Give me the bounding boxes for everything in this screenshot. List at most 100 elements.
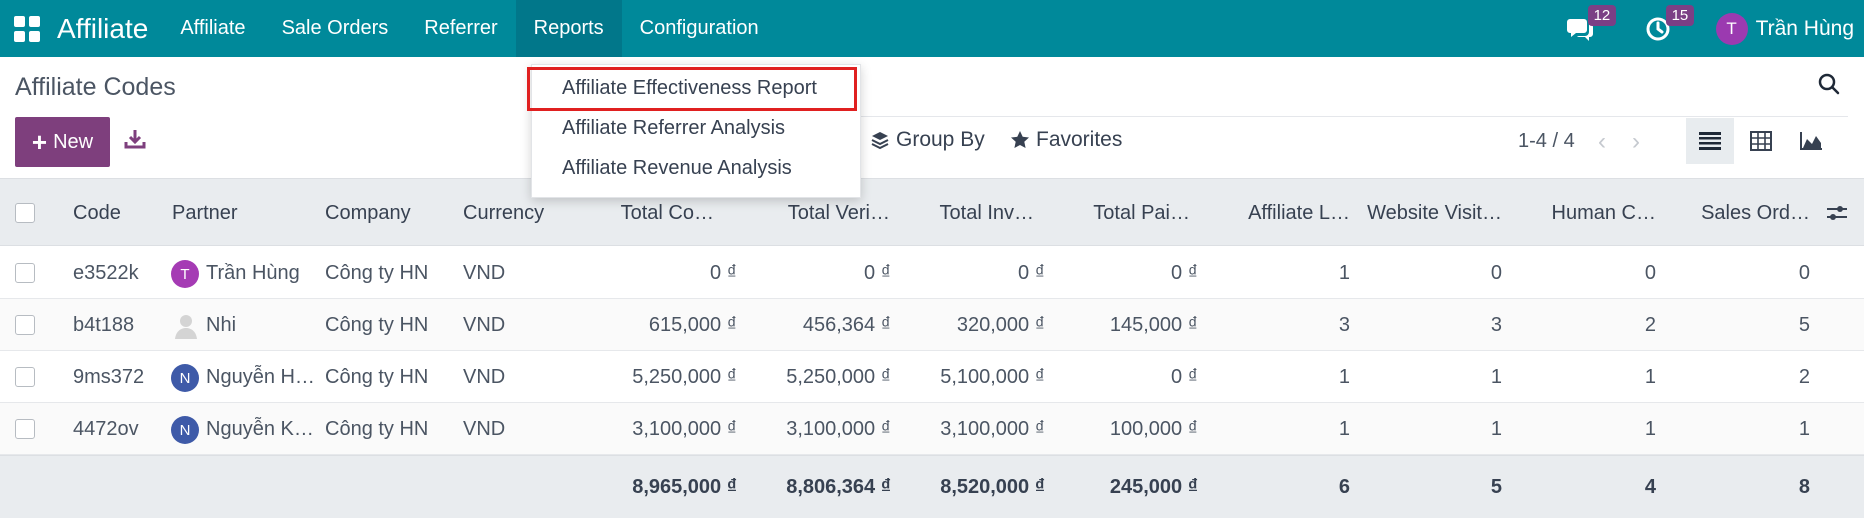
cell-total-confirmed: 615,000 ₫ [648,314,737,336]
row-checkbox[interactable] [15,367,35,387]
row-checkbox[interactable] [15,263,35,283]
col-code[interactable]: Code [73,179,121,247]
cell-code: 9ms372 [73,366,145,388]
cell-human-clicks: 1 [1644,366,1656,388]
col-sales-orders[interactable]: Sales Ord… [1680,179,1810,247]
cell-total-verified: 3,100,000 ₫ [786,418,891,440]
cell-company: Công ty HN [325,314,429,336]
cell-total-paid: 100,000 ₫ [1109,418,1198,440]
partner-avatar: T [171,260,199,288]
cell-website-visits: 1 [1490,366,1502,388]
cell-human-clicks: 0 [1644,262,1656,284]
cell-code: b4t188 [73,314,135,336]
pager-value[interactable]: 1-4 / 4 [1518,130,1575,153]
total-human-clicks: 4 [1644,476,1656,498]
sliders-icon [1827,206,1847,220]
cell-currency: VND [463,314,506,336]
col-website-visits[interactable]: Website Visit… [1352,179,1502,247]
favorites-button[interactable]: Favorites [1010,128,1122,152]
user-avatar: T [1715,12,1748,45]
cell-affiliate-links: 1 [1338,418,1350,440]
cell-total-confirmed: 3,100,000 ₫ [632,418,737,440]
cell-total-invoiced: 5,100,000 ₫ [940,366,1045,388]
total-invoiced: 8,520,000 ₫ [940,476,1045,498]
messages-button[interactable]: 12 [1560,0,1617,57]
search-button[interactable] [1817,72,1841,101]
pager-next-icon[interactable]: › [1632,128,1640,156]
cell-sales-orders: 2 [1798,366,1810,388]
cell-website-visits: 3 [1490,314,1502,336]
cell-total-verified: 0 ₫ [864,262,891,284]
cell-website-visits: 1 [1490,418,1502,440]
menu-affiliate[interactable]: Affiliate [162,0,263,57]
table-row[interactable]: e3522k T Trần Hùng Công ty HN VND 0 ₫ 0 … [0,247,1864,299]
star-icon [1011,131,1029,148]
optional-columns-toggle[interactable] [1826,203,1848,228]
cell-partner: Nhi [206,314,237,336]
cell-affiliate-links: 1 [1338,262,1350,284]
menu-referrer[interactable]: Referrer [406,0,515,57]
total-website-visits: 5 [1490,476,1502,498]
cell-total-paid: 145,000 ₫ [1109,314,1198,336]
cell-human-clicks: 2 [1644,314,1656,336]
cell-total-paid: 0 ₫ [1171,366,1198,388]
total-confirmed: 8,965,000 ₫ [632,476,737,498]
table-row[interactable]: 9ms372 N Nguyễn H… Công ty HN VND 5,250,… [0,351,1864,403]
col-human-clicks[interactable]: Human C… [1520,179,1656,247]
cell-company: Công ty HN [325,262,429,284]
menu-reports[interactable]: Reports [515,0,622,57]
partner-avatar: N [171,364,199,392]
col-affiliate-links[interactable]: Affiliate L… [1220,179,1350,247]
row-checkbox[interactable] [15,315,35,335]
top-navbar: Affiliate Affiliate Sale Orders Referrer… [0,0,1864,57]
total-verified: 8,806,364 ₫ [786,476,891,498]
cell-total-paid: 0 ₫ [1171,262,1198,284]
partner-avatar: N [171,416,199,444]
cell-website-visits: 0 [1490,262,1502,284]
select-all-checkbox[interactable] [15,203,35,223]
menu-configuration[interactable]: Configuration [622,0,777,57]
cell-code: e3522k [73,262,139,284]
row-checkbox[interactable] [15,419,35,439]
new-button[interactable]: + New [15,117,110,167]
col-partner[interactable]: Partner [172,179,238,247]
menu-item-affiliate-referrer-analysis[interactable]: Affiliate Referrer Analysis [562,117,785,140]
table-header: Code Partner Company Currency Total Co… … [0,178,1864,246]
total-affiliate-links: 6 [1338,476,1350,498]
cell-company: Công ty HN [325,418,429,440]
list-view-icon [1699,132,1721,150]
col-total-paid[interactable]: Total Pai… [1050,179,1190,247]
highlight-box [527,67,857,111]
page-title: Affiliate Codes [15,73,176,101]
group-by-button[interactable]: Group By [870,128,985,152]
messages-badge: 12 [1587,5,1617,26]
cell-currency: VND [463,418,506,440]
menu-item-affiliate-revenue-analysis[interactable]: Affiliate Revenue Analysis [562,157,792,180]
cell-human-clicks: 1 [1644,418,1656,440]
cell-total-verified: 456,364 ₫ [802,314,891,336]
graph-view-button[interactable] [1787,118,1835,164]
cell-total-confirmed: 0 ₫ [710,262,737,284]
cell-total-confirmed: 5,250,000 ₫ [632,366,737,388]
col-company[interactable]: Company [325,179,411,247]
download-icon [124,130,146,149]
col-total-invoiced[interactable]: Total Inv… [900,179,1034,247]
table-footer-totals: 8,965,000 ₫ 8,806,364 ₫ 8,520,000 ₫ 245,… [0,455,1864,518]
export-button[interactable] [124,128,146,155]
cell-sales-orders: 0 [1798,262,1810,284]
pager-prev-icon[interactable]: ‹ [1598,128,1606,156]
activities-button[interactable]: 15 [1638,0,1695,57]
menu-sale-orders[interactable]: Sale Orders [264,0,407,57]
app-title[interactable]: Affiliate [57,13,148,45]
pivot-view-button[interactable] [1737,118,1785,164]
list-view-button[interactable] [1686,118,1734,164]
favorites-label: Favorites [1036,128,1123,151]
table-row[interactable]: b4t188 Nhi Công ty HN VND 615,000 ₫ 456,… [0,299,1864,351]
cell-total-invoiced: 0 ₫ [1018,262,1045,284]
group-by-label: Group By [896,128,985,151]
apps-menu-icon[interactable] [14,15,40,42]
layers-icon [871,132,889,150]
cell-total-verified: 5,250,000 ₫ [786,366,891,388]
user-menu[interactable]: T Trần Hùng [1715,12,1854,45]
table-row[interactable]: 4472ov N Nguyễn K… Công ty HN VND 3,100,… [0,403,1864,455]
